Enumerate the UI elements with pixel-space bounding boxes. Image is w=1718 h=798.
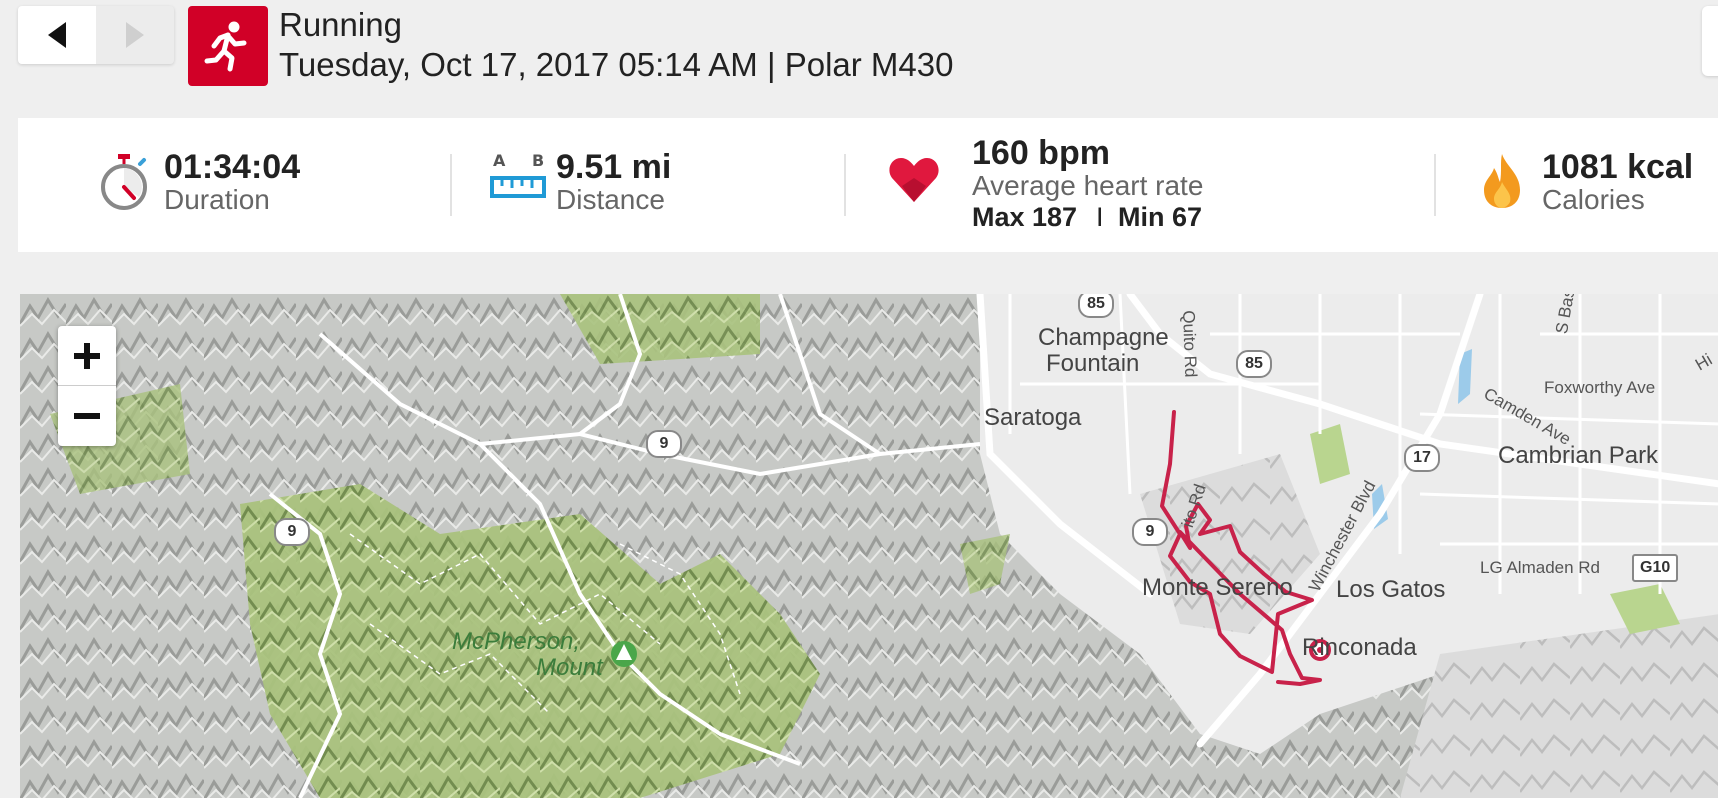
map-label-cambrian: Cambrian Park — [1498, 442, 1659, 469]
distance-stat: A B 9.51 mi Distance — [490, 118, 820, 252]
map-label-monte-sereno: Monte Sereno — [1142, 574, 1293, 601]
session-summary: 01:34:04 Duration A B 9.51 mi Distance 1… — [18, 118, 1718, 252]
session-subtitle: Tuesday, Oct 17, 2017 05:14 AM | Polar M… — [279, 46, 954, 83]
map-label-rinconada: Rinconada — [1302, 634, 1417, 661]
route-map[interactable]: Champagne Fountain Saratoga Quito Rd ito… — [20, 294, 1718, 798]
minus-icon — [74, 412, 100, 419]
heart-rate-stat: 160 bpm Average heart rate Max 187 I Min… — [888, 118, 1408, 252]
route-shield-g10: G10 — [1632, 554, 1679, 582]
heart-rate-min: Min 67 — [1118, 202, 1203, 232]
map-label-los-gatos: Los Gatos — [1336, 576, 1446, 603]
route-shield-17: 17 — [1404, 444, 1440, 472]
flame-icon — [1484, 154, 1520, 208]
runner-icon — [204, 21, 247, 72]
map-label-fountain: Fountain — [1046, 350, 1140, 377]
chevron-left-icon — [48, 22, 66, 48]
next-session-button[interactable] — [96, 6, 174, 64]
route-shield-9: 9 — [274, 518, 310, 546]
plus-icon — [74, 342, 100, 369]
map-label-mount: Mount — [536, 654, 603, 681]
map-label-lg-almaden: LG Almaden Rd — [1480, 558, 1601, 577]
side-panel-button[interactable] — [1702, 6, 1718, 76]
distance-a-label: A — [493, 151, 506, 170]
sport-badge — [188, 6, 268, 86]
calories-stat: 1081 kcal Calories — [1480, 118, 1718, 252]
duration-stat: 01:34:04 Duration — [98, 118, 428, 252]
map-zoom-control — [58, 326, 116, 446]
stopwatch-icon — [101, 154, 147, 210]
route-shield-85: 85 — [1236, 350, 1272, 378]
calories-value: 1081 kcal — [1542, 148, 1694, 186]
zoom-in-button[interactable] — [58, 326, 116, 386]
session-navigation — [18, 6, 174, 64]
heart-rate-max: Max 187 — [972, 202, 1078, 232]
distance-label: Distance — [556, 184, 665, 215]
route-shield-9: 9 — [1132, 518, 1168, 546]
divider — [844, 154, 846, 216]
divider — [1434, 154, 1436, 216]
route-shield-85: 85 — [1078, 294, 1114, 318]
divider — [450, 154, 452, 216]
duration-value: 01:34:04 — [164, 148, 301, 186]
map-label-saratoga: Saratoga — [984, 404, 1082, 431]
route-shield-9: 9 — [646, 430, 682, 458]
map-label-quito-rd: Quito Rd — [1179, 310, 1201, 378]
sport-title: Running — [279, 6, 402, 43]
distance-value: 9.51 mi — [556, 148, 672, 186]
duration-label: Duration — [164, 184, 270, 215]
map-label-mcpherson: McPherson, — [452, 628, 581, 655]
map-label-champagne: Champagne — [1038, 324, 1169, 351]
heart-rate-value: 160 bpm — [972, 134, 1110, 172]
zoom-out-button[interactable] — [58, 386, 116, 445]
heart-rate-label: Average heart rate — [972, 170, 1204, 201]
ruler-ab-icon: A B — [490, 151, 546, 198]
distance-b-label: B — [532, 151, 544, 170]
calories-label: Calories — [1542, 184, 1645, 215]
chevron-right-icon — [126, 22, 144, 48]
map-label-foxworthy: Foxworthy Ave — [1544, 378, 1656, 397]
heart-icon — [889, 158, 939, 202]
previous-session-button[interactable] — [18, 6, 96, 64]
heart-rate-separator: I — [1096, 202, 1104, 232]
terrain-map — [20, 294, 1718, 798]
activity-header: Running Tuesday, Oct 17, 2017 05:14 AM |… — [0, 0, 1718, 100]
